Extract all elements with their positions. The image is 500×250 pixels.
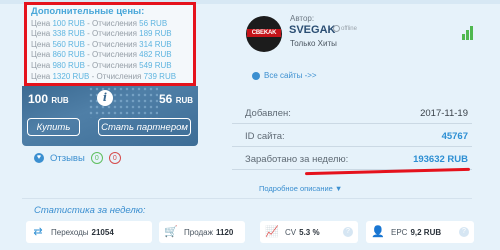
divider bbox=[22, 198, 472, 199]
shuffle-icon: ⇄ bbox=[33, 226, 43, 238]
cart-icon: 🛒 bbox=[164, 226, 178, 238]
info-icon[interactable]: i bbox=[97, 90, 113, 106]
bar-chart-icon[interactable] bbox=[462, 26, 473, 40]
price-row: Цена 860 RUB - Отчисления 482 RUB bbox=[31, 50, 172, 60]
weekly-stats-title: Статистика за неделю: bbox=[34, 205, 146, 216]
added-date: 2017-11-19 bbox=[420, 108, 468, 119]
buy-button[interactable]: Купить bbox=[27, 118, 80, 136]
globe-icon bbox=[252, 71, 260, 80]
all-sites-link[interactable]: Все сайты ->> bbox=[252, 71, 317, 80]
earned-value: 193632 RUB bbox=[413, 154, 468, 165]
stat-epc: 👤 EPC 9,2 RUB ? bbox=[366, 221, 474, 243]
status-badge: offline bbox=[333, 25, 357, 32]
positive-reviews-count[interactable]: 0 bbox=[90, 152, 103, 164]
stat-transitions: ⇄ Переходы 21054 bbox=[26, 221, 152, 243]
price-amount: 100 RUB bbox=[28, 92, 69, 106]
offer-card: 100 RUB i 56 RUB Купить Стать партнером bbox=[22, 86, 198, 146]
help-icon[interactable]: ? bbox=[343, 227, 353, 237]
user-icon: 👤 bbox=[371, 226, 385, 238]
price-row: Цена 338 RUB - Отчисления 189 RUB bbox=[31, 29, 172, 39]
price-row: Цена 560 RUB - Отчисления 314 RUB bbox=[31, 39, 172, 49]
chevron-down-icon: ▼ bbox=[334, 184, 343, 193]
price-row: Цена 100 RUB - Отчисления 56 RUB bbox=[31, 18, 168, 28]
additional-prices-popup: Дополнительные цены: Цена 100 RUB - Отчи… bbox=[24, 2, 196, 86]
author-name[interactable]: SVEGAK bbox=[289, 24, 335, 36]
heart-icon: ♥ bbox=[34, 153, 44, 163]
stat-sales: 🛒 Продаж 1120 bbox=[159, 221, 245, 243]
added-row: Добавлен: 2017-11-19 bbox=[232, 102, 472, 124]
stat-cv: 📈 CV 5.3 % ? bbox=[260, 221, 358, 243]
chart-icon: 📈 bbox=[265, 226, 279, 238]
help-icon[interactable]: ? bbox=[459, 227, 469, 237]
reviews-label: Отзывы bbox=[50, 152, 85, 164]
avatar[interactable]: CBEKAK bbox=[246, 16, 282, 52]
detailed-description-link[interactable]: Подробное описание ▼ bbox=[259, 184, 342, 193]
become-partner-button[interactable]: Стать партнером bbox=[98, 118, 191, 136]
price-row: Цена 980 RUB - Отчисления 549 RUB bbox=[31, 60, 172, 70]
commission-amount: 56 RUB bbox=[159, 92, 194, 106]
prices-title: Дополнительные цены: bbox=[31, 6, 145, 17]
status-dot-icon bbox=[333, 25, 340, 32]
negative-reviews-count[interactable]: 0 bbox=[108, 152, 121, 164]
price-row: Цена 1320 RUB - Отчисления 739 RUB bbox=[31, 71, 177, 81]
site-id-value: 45767 bbox=[441, 131, 468, 142]
reviews[interactable]: ♥ Отзывы 0 0 bbox=[34, 152, 121, 164]
earned-row: Заработано за неделю: 193632 RUB bbox=[232, 148, 472, 170]
author-label: Автор: bbox=[290, 14, 315, 23]
author-subtitle: Только Хиты bbox=[290, 39, 337, 48]
site-id-row: ID сайта: 45767 bbox=[232, 125, 472, 147]
